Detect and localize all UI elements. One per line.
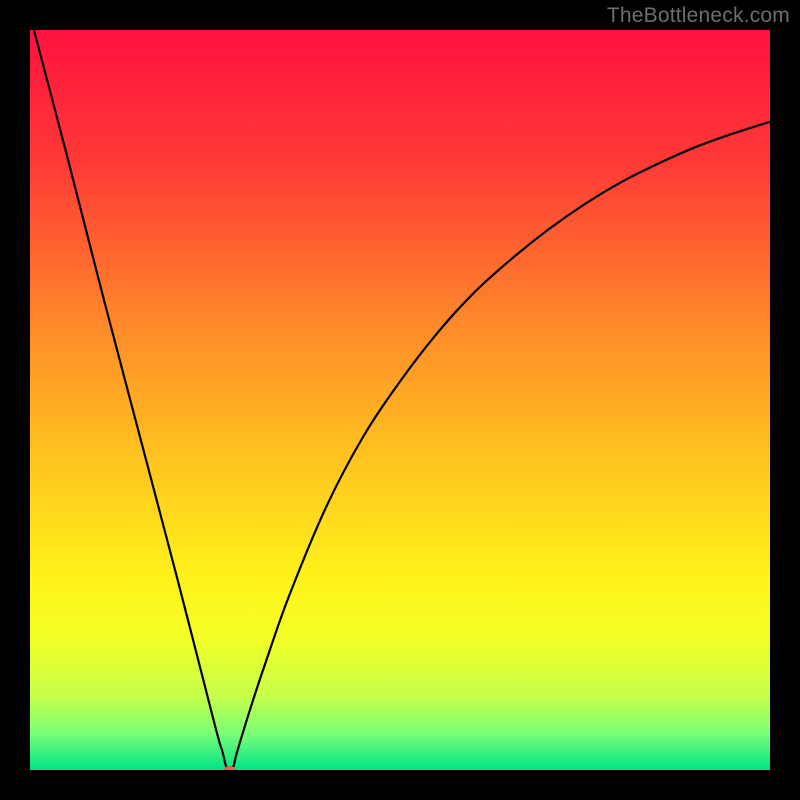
plot-area bbox=[30, 30, 770, 770]
chart-svg bbox=[30, 30, 770, 770]
gradient-background bbox=[30, 30, 770, 770]
chart-frame: TheBottleneck.com bbox=[0, 0, 800, 800]
watermark-text: TheBottleneck.com bbox=[607, 4, 790, 28]
